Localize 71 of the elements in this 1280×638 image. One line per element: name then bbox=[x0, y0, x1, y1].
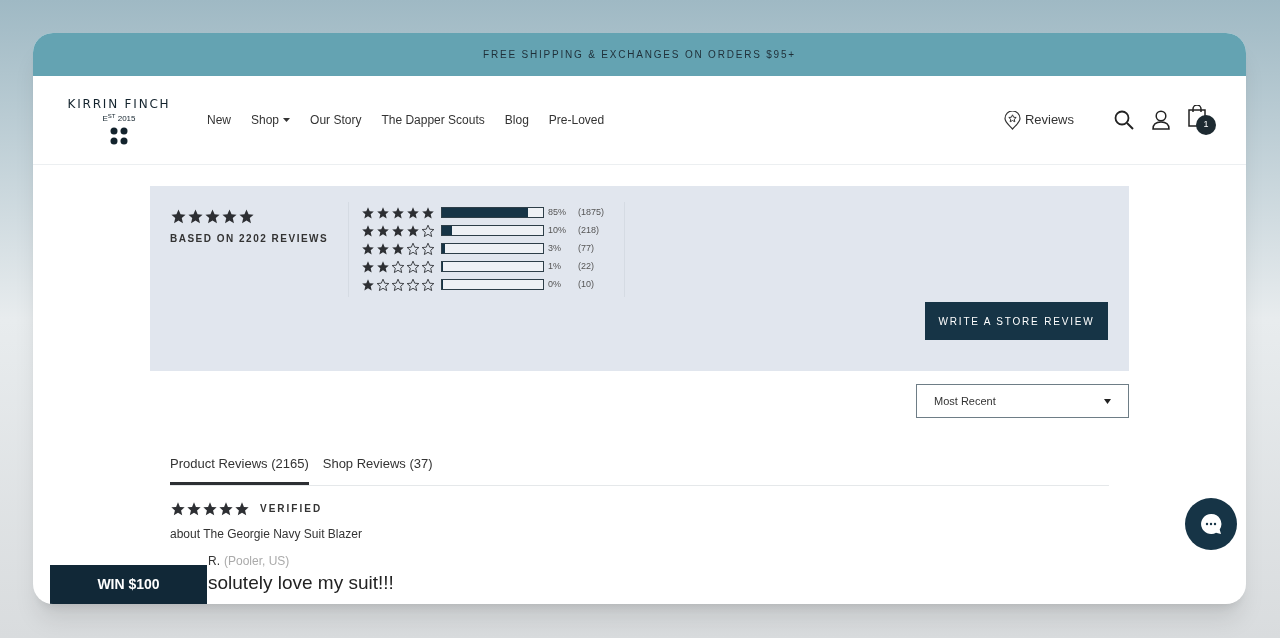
chat-button[interactable] bbox=[1185, 498, 1237, 550]
star-icon bbox=[204, 208, 221, 225]
star-icon bbox=[376, 241, 390, 256]
sort-dropdown[interactable]: Most Recent bbox=[916, 384, 1129, 418]
rating-count: (218) bbox=[578, 223, 600, 237]
star-outline-icon bbox=[406, 259, 420, 274]
nav-dropdown[interactable]: Shop bbox=[251, 111, 291, 129]
cart-count-badge: 1 bbox=[1196, 115, 1216, 135]
star-outline-icon bbox=[421, 223, 435, 238]
search-icon[interactable] bbox=[1114, 110, 1134, 130]
logo-dots-icon bbox=[110, 127, 128, 145]
write-review-button[interactable]: WRITE A STORE REVIEW bbox=[925, 302, 1108, 340]
rating-percent: 10% bbox=[548, 223, 567, 237]
review-tab[interactable]: Product Reviews (2165) bbox=[170, 454, 309, 485]
star-pin-icon bbox=[1003, 110, 1021, 130]
star-icon bbox=[187, 208, 204, 225]
star-icon bbox=[361, 259, 375, 274]
star-icon bbox=[406, 223, 420, 238]
review-count-caption: BASED ON 2202 REVIEWS bbox=[170, 232, 330, 246]
review-tab[interactable]: Shop Reviews (37) bbox=[322, 454, 433, 485]
review-title: solutely love my suit!!! bbox=[208, 571, 395, 594]
rating-percent: 3% bbox=[548, 241, 562, 255]
star-outline-icon bbox=[421, 259, 435, 274]
star-icon bbox=[361, 277, 375, 292]
star-icon bbox=[376, 259, 390, 274]
star-icon bbox=[221, 208, 238, 225]
rating-count: (77) bbox=[578, 241, 595, 255]
star-outline-icon bbox=[406, 277, 420, 292]
star-icon bbox=[391, 223, 405, 238]
star-icon bbox=[238, 208, 255, 225]
reviewer-name: R. bbox=[208, 552, 220, 570]
rating-percent: 1% bbox=[548, 259, 562, 273]
rating-percent: 0% bbox=[548, 277, 562, 291]
caret-icon bbox=[283, 118, 291, 122]
user-icon[interactable] bbox=[1152, 110, 1170, 130]
star-icon bbox=[391, 205, 405, 220]
star-icon bbox=[361, 241, 375, 256]
reviewer-location: (Pooler, US) bbox=[224, 552, 290, 570]
shipping-banner-text: FREE SHIPPING & EXCHANGES ON ORDERS $95+ bbox=[483, 48, 796, 62]
star-icon bbox=[421, 205, 435, 220]
reviews-link[interactable]: Reviews bbox=[1003, 110, 1074, 130]
chat-bubble-icon bbox=[1199, 512, 1223, 536]
shopping-bag-icon[interactable] bbox=[1188, 105, 1206, 127]
win-promo-button[interactable]: WIN $100 bbox=[50, 565, 207, 604]
rating-percent: 85% bbox=[548, 205, 567, 219]
star-icon bbox=[361, 205, 375, 220]
star-icon bbox=[361, 223, 375, 238]
star-icon bbox=[376, 223, 390, 238]
star-outline-icon bbox=[406, 241, 420, 256]
nav-link[interactable]: Blog bbox=[504, 111, 529, 129]
star-icon bbox=[376, 205, 390, 220]
nav-link[interactable]: Pre-Loved bbox=[548, 111, 605, 129]
logo-est-text: E$^{ST}$ 2015 bbox=[102, 114, 136, 124]
star-icon bbox=[406, 205, 420, 220]
rating-count: (22) bbox=[578, 259, 595, 273]
logo-text: KIRRIN FINCH bbox=[67, 96, 171, 113]
star-outline-icon bbox=[421, 241, 435, 256]
star-outline-icon bbox=[391, 259, 405, 274]
nav-link[interactable]: New bbox=[207, 111, 231, 129]
rating-count: (1875) bbox=[578, 205, 605, 219]
star-outline-icon bbox=[376, 277, 390, 292]
review-product-text: about The Georgie Navy Suit Blazer bbox=[170, 525, 363, 543]
caret-icon bbox=[1104, 398, 1111, 404]
nav-link[interactable]: Our Story bbox=[310, 111, 362, 129]
star-outline-icon bbox=[421, 277, 435, 292]
verified-label: VERIFIED bbox=[260, 502, 323, 516]
star-outline-icon bbox=[391, 277, 405, 292]
star-icon bbox=[170, 208, 187, 225]
nav-link[interactable]: The Dapper Scouts bbox=[381, 111, 485, 129]
rating-count: (10) bbox=[578, 277, 595, 291]
star-icon bbox=[391, 241, 405, 256]
